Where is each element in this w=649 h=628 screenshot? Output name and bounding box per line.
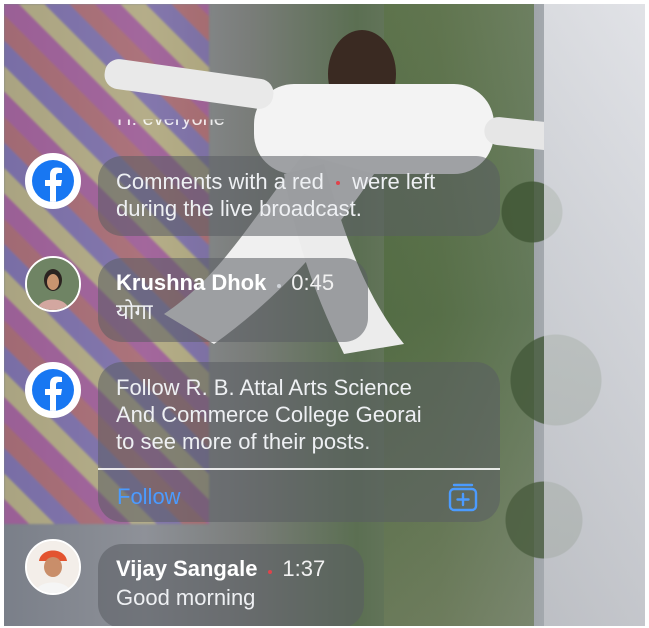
follow-card-line2: And Commerce College Georai	[116, 402, 422, 427]
notice-text-before: Comments with a red	[116, 169, 324, 194]
notice-text-after: were left	[352, 169, 436, 194]
avatar-krushna[interactable]	[25, 256, 81, 312]
add-to-collection-icon[interactable]	[446, 480, 480, 514]
commenter-name[interactable]: Vijay Sangale	[116, 556, 257, 581]
comment-text: Good morning	[116, 585, 256, 610]
follow-card-divider	[98, 468, 500, 470]
comment-timestamp[interactable]: 1:37	[282, 556, 325, 581]
avatar-vijay[interactable]	[25, 539, 81, 595]
live-red-dot-icon	[267, 569, 272, 574]
comment-timestamp[interactable]: 0:45	[291, 270, 334, 295]
live-red-dot-icon	[335, 181, 340, 186]
profile-photo-icon	[27, 258, 79, 310]
live-comments-notice: Comments with a red were left during the…	[98, 156, 500, 236]
comment-bubble[interactable]: Vijay Sangale 1:37 Good morning	[98, 544, 364, 626]
facebook-avatar	[25, 153, 81, 209]
comment-bubble[interactable]: Krushna Dhok 0:45 योगा	[98, 258, 368, 342]
comment-text: योगा	[116, 299, 153, 324]
facebook-icon	[32, 160, 74, 202]
profile-photo-icon	[27, 541, 79, 593]
facebook-icon	[32, 369, 74, 411]
follow-card-line3: to see more of their posts.	[116, 429, 371, 454]
notice-text-line2: during the live broadcast.	[116, 196, 362, 221]
live-video-background: H: everyone Comments with a red were lef…	[4, 4, 645, 626]
follow-card-line1: Follow R. B. Attal Arts Science	[116, 375, 412, 400]
follow-button[interactable]: Follow	[117, 484, 181, 510]
background-building	[544, 4, 645, 626]
separator-dot	[276, 283, 281, 288]
commenter-name[interactable]: Krushna Dhok	[116, 270, 266, 295]
facebook-avatar	[25, 362, 81, 418]
